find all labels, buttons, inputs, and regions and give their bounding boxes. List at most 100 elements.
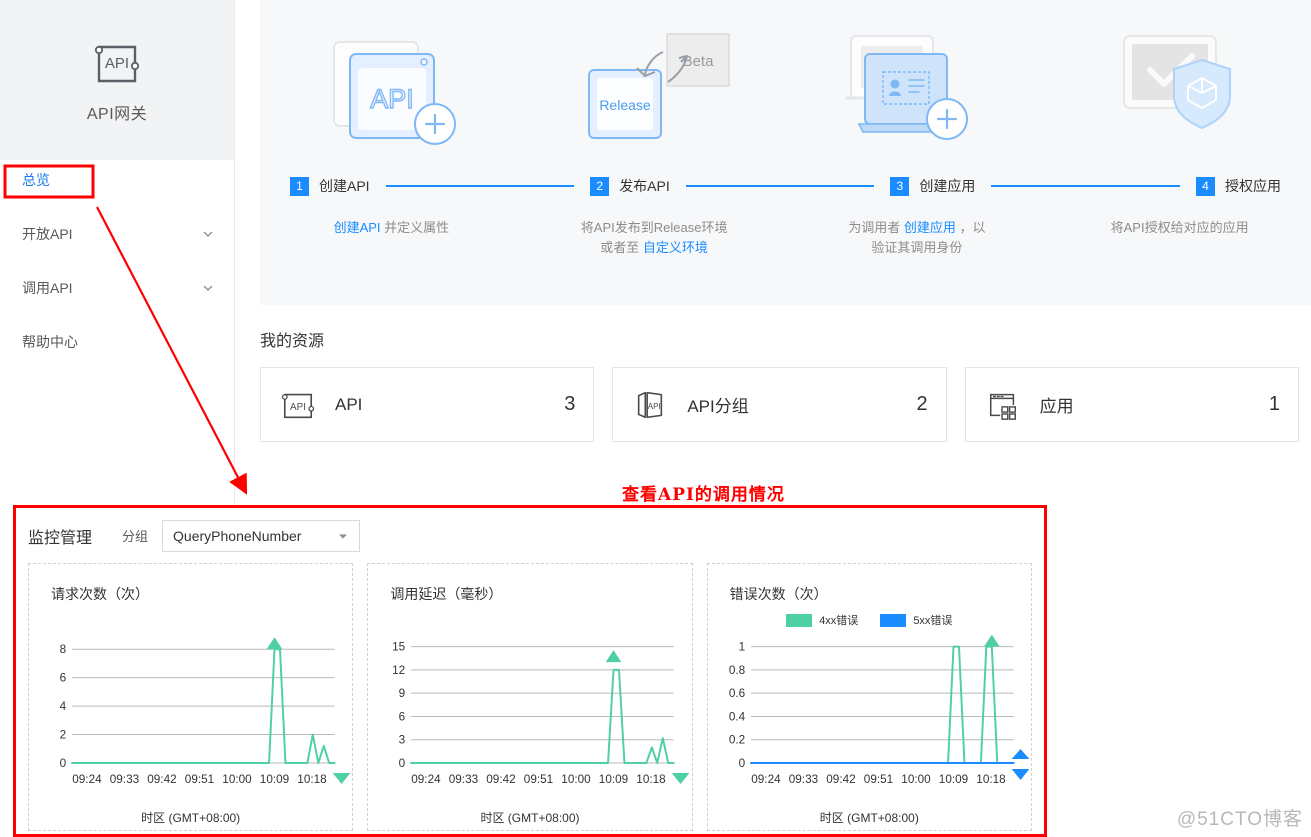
workflow-descriptions: 创建API 并定义属性 将API发布到Release环境 或者至 自定义环境 为调… [260,218,1311,258]
x-tick-label: 10:09 [260,772,290,786]
y-tick-label: 0.4 [729,709,746,723]
app-create-illustration [845,35,969,140]
requests-line-chart[interactable]: 0 2 4 6 8 09:24 09:33 09:42 09:51 10:00 10:09 10:18 [29,617,352,802]
scroll-up-triangle[interactable] [1011,749,1030,759]
scroll-down-triangle[interactable] [332,773,351,784]
scroll-down-triangle[interactable] [1011,769,1030,780]
description-link[interactable]: 自定义环境 [643,240,708,255]
annotation-callout-text: 查看API的调用情况 [622,485,785,505]
step-number: 3 [890,176,910,196]
chart-series-line [749,645,1015,764]
workflow-illustration-4 [1048,0,1311,168]
resource-count: 1 [1268,393,1280,415]
onboarding-workflow-panel: API Beta Release 1 创建API 2 发布API 3 创建应用 … [260,0,1311,305]
x-tick-label: 09:33 [110,772,140,786]
step-label: 授权应用 [1224,178,1281,194]
resource-name: API分组 [687,397,749,416]
chart-title: 错误次数（次） [729,586,828,602]
chart-card-requests: 请求次数（次） 0 2 4 6 8 09:24 09:33 09:42 09:51 10:00 10… [28,563,354,831]
charts-row: 请求次数（次） 0 2 4 6 8 09:24 09:33 09:42 09:51 10:00 10… [16,563,1044,831]
workflow-step-3[interactable]: 3 创建应用 [890,176,975,196]
workflow-step-1[interactable]: 1 创建API [290,176,370,196]
y-tick-label: 0 [738,756,745,770]
chart-peak-marker [266,637,283,650]
x-tick-label: 09:51 [524,772,554,786]
y-tick-label: 3 [399,733,406,747]
sidebar-item-call-api[interactable]: 调用API [0,268,234,308]
monitoring-panel: 监控管理 分组 QueryPhoneNumber 请求次数（次） 0 2 4 6 8 09… [13,505,1047,837]
sidebar-logo: API API网关 [0,0,234,160]
step-number: 2 [590,176,610,196]
x-tick-label: 10:00 [562,772,592,786]
y-tick-label: 6 [399,709,406,723]
x-tick-label: 10:18 [976,772,1006,786]
resource-count: 3 [564,393,576,415]
sidebar-item-label: 开放API [22,226,73,242]
release-beta-illustration: Beta Release [587,33,730,139]
workflow-illustrations: API Beta Release [260,0,1311,168]
description-text: 将API发布到Release环境 [580,220,728,235]
workflow-description-3: 为调用者 创建应用 ，以 验证其调用身份 [786,218,1049,258]
y-tick-label: 2 [60,727,67,741]
x-tick-label: 09:33 [449,772,479,786]
description-text: ，以 [955,220,986,235]
chart-timezone-label: 时区 (GMT+08:00) [480,811,580,825]
description-link[interactable]: 创建应用 [904,220,956,235]
chart-card-errors: 错误次数（次） 4xx错误 5xx错误 0 0.2 0.4 0.6 0.8 1 09:24 0… [706,563,1032,831]
nav-spacer-3 [0,308,234,322]
sidebar-item-label: 调用API [22,280,73,296]
sidebar-logo-label: API网关 [86,106,148,123]
api-icon: API [281,393,315,418]
group-select-value: QueryPhoneNumber [173,527,302,544]
workflow-step-2[interactable]: 2 发布API [590,176,670,196]
x-tick-label: 09:42 [487,772,516,786]
x-tick-label: 09:24 [412,772,442,786]
latency-line-chart[interactable]: 0 3 6 9 12 15 09:24 09:33 09:42 09:51 10:00 10:09 10… [368,617,691,802]
watermark: @51CTO博客 [1176,809,1303,830]
description-text: 将API授权给对应的应用 [1110,220,1249,235]
resource-card-application[interactable]: 应用 1 [964,367,1299,442]
release-label: Release [599,97,651,113]
chart-timezone-label: 时区 (GMT+08:00) [819,811,919,825]
workflow-description-2: 将API发布到Release环境 或者至 自定义环境 [523,218,786,258]
workflow-step-4[interactable]: 4 授权应用 [1195,176,1281,196]
svg-text:API: API [290,402,306,413]
resource-card-api-group[interactable]: API API分组 2 [612,367,947,442]
x-tick-label: 09:33 [788,772,818,786]
x-tick-label: 10:18 [637,772,667,786]
scroll-down-triangle[interactable] [672,773,690,784]
y-tick-label: 4 [60,699,67,713]
workflow-steps: 1 创建API 2 发布API 3 创建应用 4 授权应用 [260,168,1311,204]
resources-title: 我的资源 [260,333,325,350]
sidebar-item-open-api[interactable]: 开放API [0,214,234,254]
y-tick-label: 1 [738,640,745,654]
group-label: 分组 [122,529,149,544]
y-tick-label: 15 [392,640,405,654]
application-icon [989,393,1016,420]
resources-row: API API 3 API API分组 2 应用 1 [260,367,1311,442]
chart-title: 调用延迟（毫秒） [390,586,503,602]
y-tick-label: 12 [392,663,405,677]
workflow-illustration-1: API [260,0,523,168]
nav-spacer-1 [0,200,234,214]
sidebar-item-overview[interactable]: 总览 [0,160,234,200]
y-tick-label: 0.8 [729,663,746,677]
y-tick-label: 0.6 [729,686,746,700]
group-select[interactable]: QueryPhoneNumber [162,519,361,552]
resource-card-api[interactable]: API API 3 [260,367,595,442]
api-gateway-icon: API [94,45,140,83]
step-number: 4 [1195,176,1215,196]
chart-peak-marker [606,650,622,663]
errors-line-chart[interactable]: 0 0.2 0.4 0.6 0.8 1 09:24 09:33 09:42 09:51 10:00 1… [708,617,1031,802]
sidebar-item-help-center[interactable]: 帮助中心 [0,322,234,362]
chart-card-latency: 调用延迟（毫秒） 0 3 6 9 12 15 09:24 09:33 09:42 09:51 10:… [367,563,693,831]
chart-title: 请求次数（次） [51,586,149,602]
monitoring-title: 监控管理 [28,529,93,547]
api-create-illustration: API [332,41,456,145]
y-tick-label: 0 [399,756,406,770]
step-connector-1 [385,185,575,187]
description-link[interactable]: 创建API [334,220,381,235]
x-tick-label: 09:51 [863,772,893,786]
description-text: 并定义属性 [380,220,450,235]
chevron-down-icon [203,285,213,291]
